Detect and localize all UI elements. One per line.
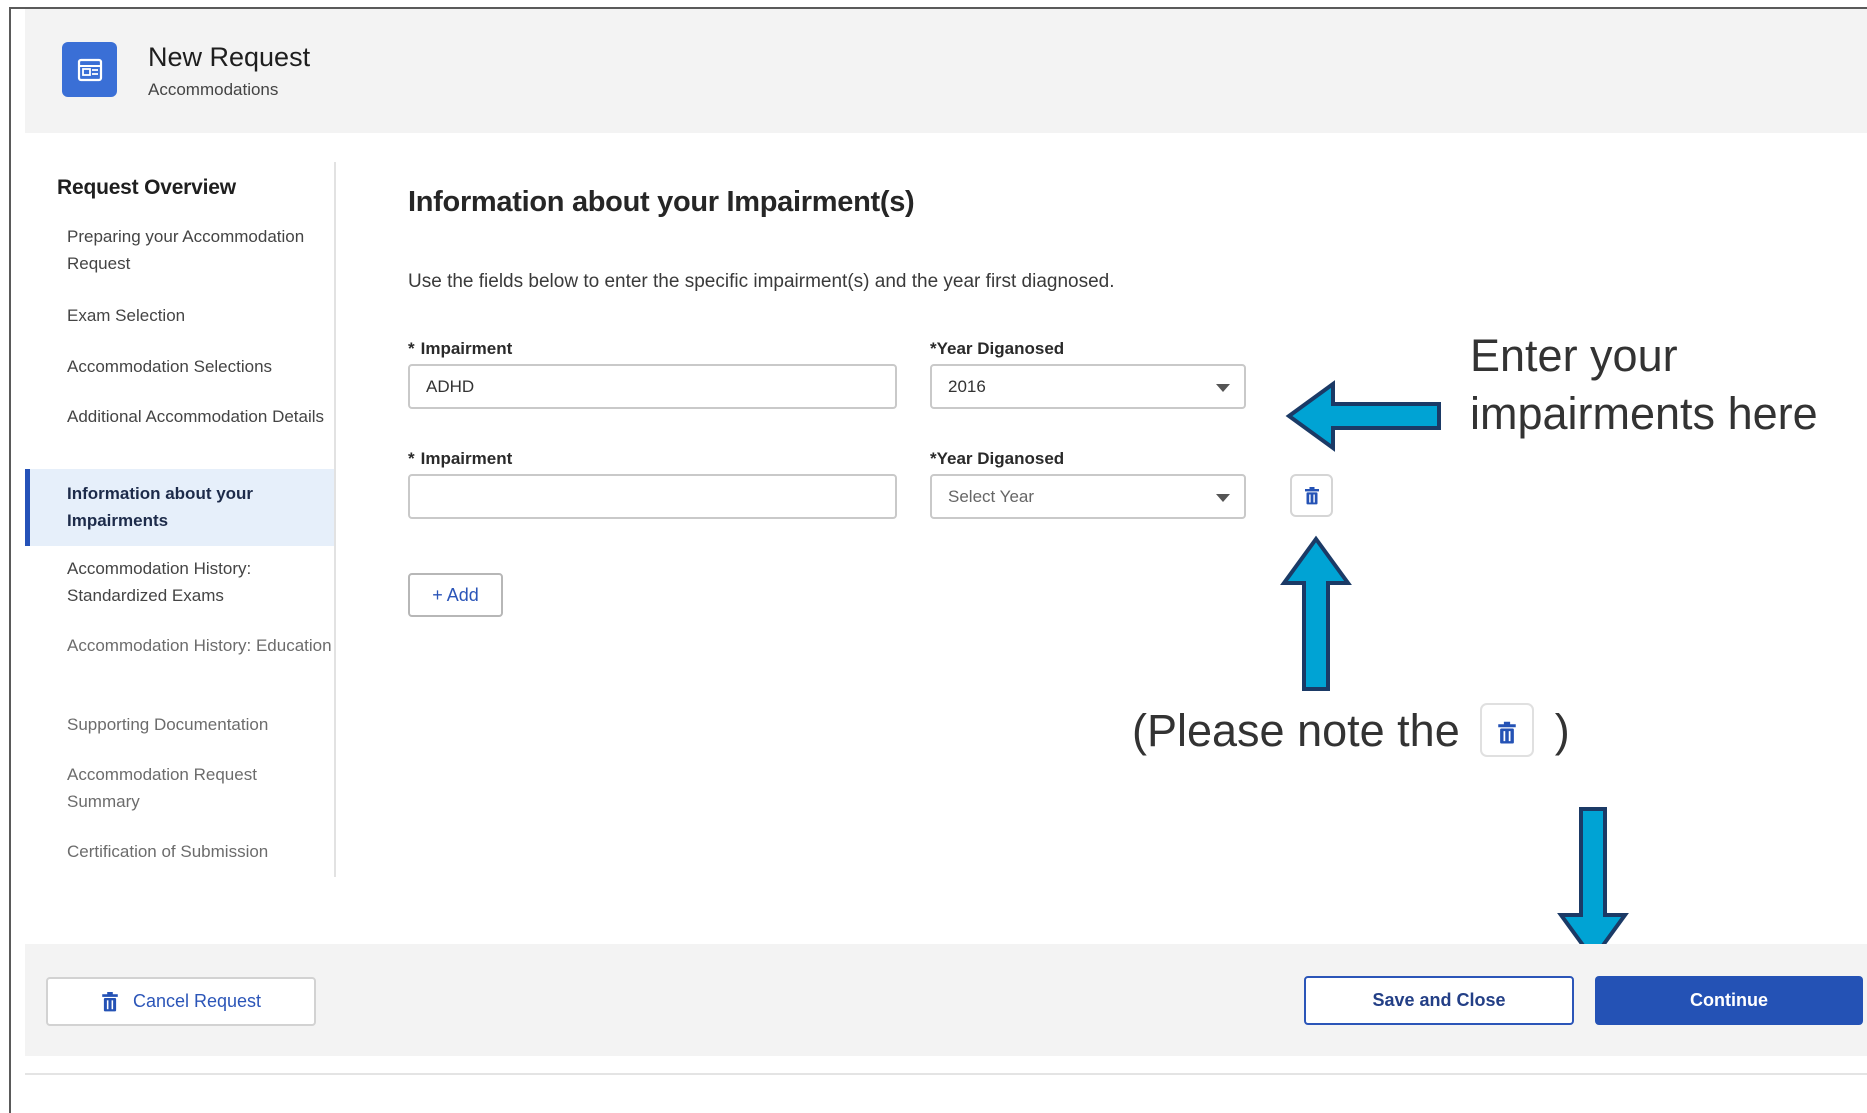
sidebar-item-label: Exam Selection [67, 306, 186, 325]
section-title: Information about your Impairment(s) [408, 186, 915, 218]
sidebar-item-label: Accommodation Request Summary [67, 765, 257, 811]
impairment-label-text: Impairment [420, 449, 513, 468]
cancel-request-label: Cancel Request [132, 991, 262, 1011]
sidebar-item-history-education[interactable]: Accommodation History: Education [25, 632, 334, 659]
sidebar-item-impairments[interactable]: Information about your Impairments [25, 469, 334, 546]
sidebar-item-label: Supporting Documentation [67, 715, 269, 734]
sidebar-item-label: Preparing your Accommodation Request [67, 227, 305, 273]
sidebar-item-request-summary[interactable]: Accommodation Request Summary [25, 761, 334, 815]
year-diagnosed-select[interactable]: 2016 [930, 364, 1246, 409]
note-suffix: ) [1554, 705, 1570, 756]
sidebar-item-label: Information about your Impairments [67, 484, 254, 530]
trash-icon [102, 991, 118, 1011]
note-prefix: (Please note the [1132, 705, 1460, 756]
year-placeholder: Select Year [948, 487, 1035, 506]
enter-impairments-annotation: Enter your impairments here [1470, 327, 1818, 443]
sidebar-item-label: Accommodation History: Standardized Exam… [67, 559, 252, 605]
sidebar-item-exam-selection[interactable]: Exam Selection [25, 302, 334, 329]
year-label-text: Year Diganosed [936, 339, 1065, 358]
year-diagnosed-select[interactable]: Select Year [930, 474, 1246, 519]
year-diagnosed-label: *Year Diganosed [930, 449, 1064, 469]
sidebar-item-label: Accommodation Selections [67, 357, 273, 376]
sidebar-item-history-exams[interactable]: Accommodation History: Standardized Exam… [25, 555, 334, 609]
chevron-down-icon [1216, 494, 1230, 502]
required-marker: * [408, 339, 415, 358]
impairment-label: * Impairment [408, 339, 512, 359]
sidebar-item-additional-details[interactable]: Additional Accommodation Details [25, 403, 334, 430]
required-marker: * [930, 449, 937, 468]
add-impairment-button[interactable]: + Add [408, 573, 503, 617]
delete-row-button[interactable] [1290, 474, 1333, 517]
sidebar-title: Request Overview [57, 176, 236, 199]
year-value: 2016 [948, 377, 986, 396]
sidebar-item-label: Accommodation History: Education [67, 636, 332, 655]
impairment-label-text: Impairment [420, 339, 513, 358]
left-arrow-annotation [1285, 380, 1441, 452]
calendar-icon [62, 42, 117, 97]
down-arrow-annotation [1557, 807, 1629, 963]
annotation-line: Enter your [1470, 330, 1678, 381]
annotation-line: impairments here [1470, 388, 1818, 439]
sidebar-item-supporting-documentation[interactable]: Supporting Documentation [25, 711, 334, 738]
request-overview-sidebar: Request Overview Preparing your Accommod… [25, 162, 336, 877]
sidebar-item-label: Additional Accommodation Details [67, 407, 325, 426]
sidebar-item-certification[interactable]: Certification of Submission [25, 838, 334, 865]
required-marker: * [930, 339, 937, 358]
impairment-input[interactable] [408, 474, 897, 519]
up-arrow-annotation [1280, 535, 1352, 691]
footer-divider [25, 1073, 1867, 1075]
save-and-close-button[interactable]: Save and Close [1304, 976, 1574, 1025]
year-label-text: Year Diganosed [936, 449, 1065, 468]
required-marker: * [408, 449, 415, 468]
trash-note-annotation: (Please note the ) [1132, 702, 1570, 761]
sidebar-item-label: Certification of Submission [67, 842, 269, 861]
cancel-request-button[interactable]: Cancel Request [46, 977, 316, 1026]
sidebar-item-preparing[interactable]: Preparing your Accommodation Request [25, 223, 334, 277]
year-diagnosed-label: *Year Diganosed [930, 339, 1064, 359]
continue-button[interactable]: Continue [1595, 976, 1863, 1025]
page-subtitle: Accommodations [148, 80, 279, 99]
impairment-input[interactable] [408, 364, 897, 409]
chevron-down-icon [1216, 384, 1230, 392]
trash-icon [1304, 486, 1319, 504]
trash-icon [1480, 703, 1535, 758]
impairment-label: * Impairment [408, 449, 512, 469]
section-description: Use the fields below to enter the specif… [408, 271, 1115, 292]
page-title: New Request [148, 42, 311, 72]
sidebar-item-accommodation-selections[interactable]: Accommodation Selections [25, 353, 334, 380]
